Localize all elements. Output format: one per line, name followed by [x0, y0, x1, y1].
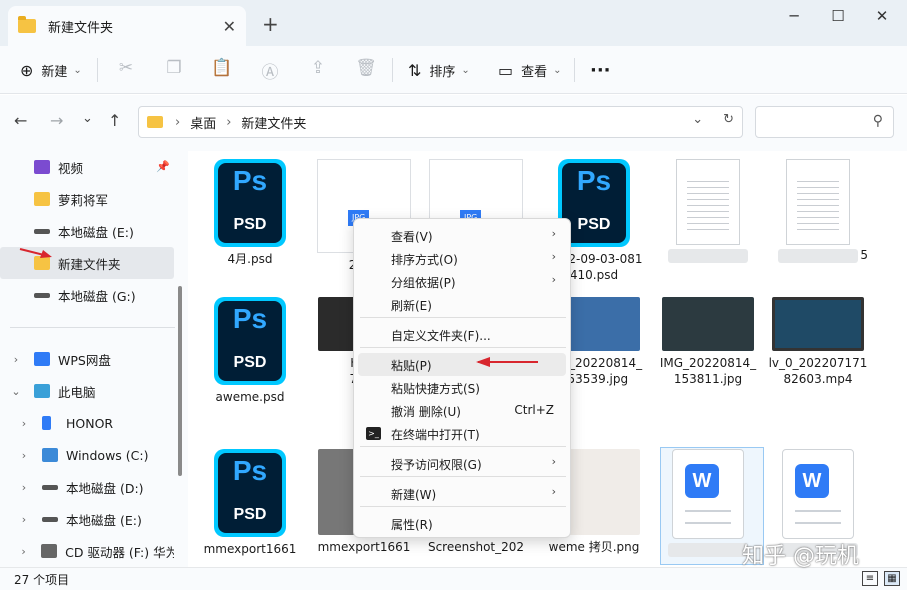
- status-bar: 27 个项目 ≡ ▦: [0, 567, 907, 590]
- annotation-arrowhead: [40, 250, 52, 258]
- annotation-arrows: [19, 248, 538, 367]
- details-view-icon[interactable]: ≡: [862, 571, 878, 586]
- tiles-view-icon[interactable]: ▦: [884, 571, 900, 586]
- annotation-arrowhead: [476, 357, 490, 367]
- watermark: 知乎 @玩机: [742, 544, 859, 569]
- item-count: 27 个项目: [14, 573, 70, 587]
